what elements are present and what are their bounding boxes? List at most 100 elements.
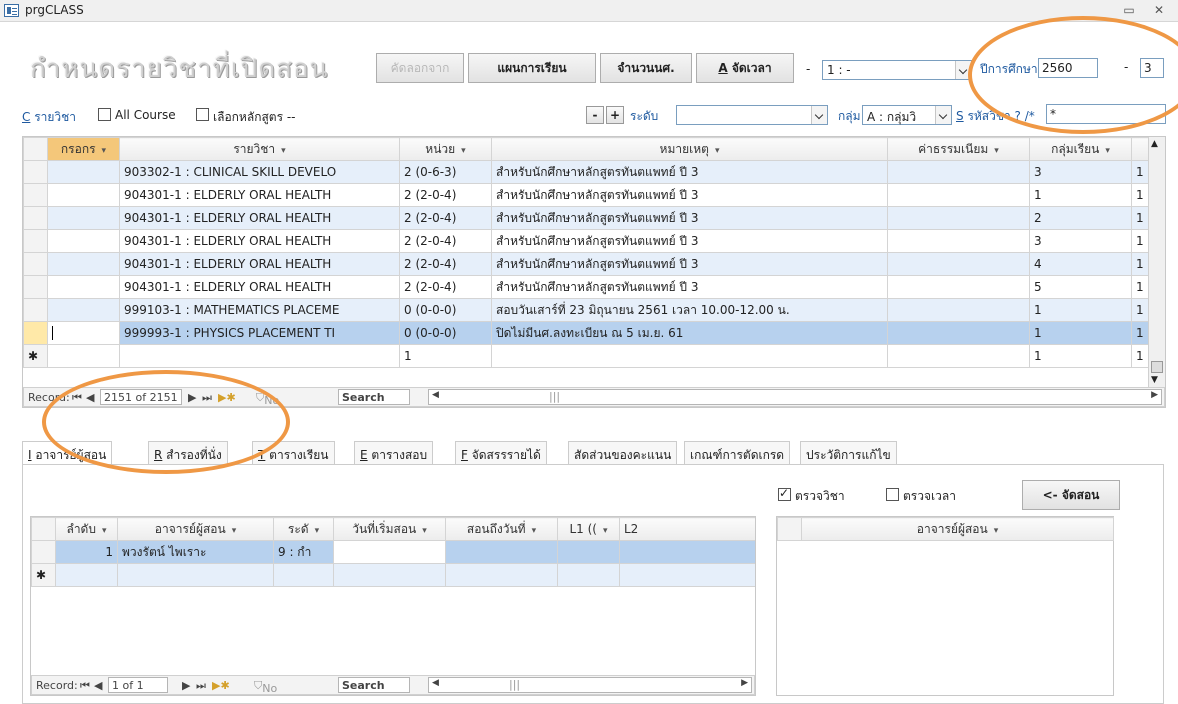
sort-arrow-icon[interactable]: ▾	[1105, 146, 1110, 156]
scroll-thumb[interactable]: |||	[509, 678, 520, 691]
cell-note[interactable]: สำหรับนักศึกษาหลักสูตรทันตแพทย์ ปี 3	[491, 275, 888, 299]
row-selector[interactable]	[23, 160, 48, 184]
cell-course[interactable]: 904301-1 : ELDERLY ORAL HEALTH	[119, 206, 400, 230]
cell-unit[interactable]: 0 (0-0-0)	[399, 298, 492, 322]
scroll-thumb[interactable]: |||	[549, 390, 560, 403]
last-record-icon[interactable]: ⏭	[202, 391, 212, 405]
cell-fee[interactable]	[887, 183, 1030, 207]
record-position-input[interactable]: 1 of 1	[108, 677, 168, 693]
plus-button[interactable]: +	[606, 106, 624, 124]
cell-course[interactable]: 999993-1 : PHYSICS PLACEMENT TI	[119, 321, 400, 345]
table-row[interactable]: 999103-1 : MATHEMATICS PLACEME 0 (0-0-0)…	[23, 298, 1151, 322]
sort-arrow-icon[interactable]: ▾	[281, 146, 286, 156]
cell-fee[interactable]	[887, 160, 1030, 184]
sort-arrow-icon[interactable]: ▾	[102, 526, 107, 536]
tab-seat-reservation[interactable]: R สำรองที่นั่ง	[148, 441, 228, 465]
header-selector[interactable]	[777, 517, 802, 541]
cell-group[interactable]: 2	[1029, 206, 1132, 230]
cell-end-date[interactable]	[445, 563, 558, 587]
col-header-unit[interactable]: หน่วย ▾	[399, 137, 492, 161]
assign-teacher-button[interactable]: <- จัดสอน	[1022, 480, 1120, 510]
cell-enter[interactable]	[47, 160, 120, 184]
cell-course[interactable]: 904301-1 : ELDERLY ORAL HEALTH	[119, 275, 400, 299]
scroll-right-icon[interactable]: ▶	[1151, 390, 1158, 400]
cell-level[interactable]: 9 : กำ	[273, 540, 334, 564]
header-selector[interactable]	[23, 137, 48, 161]
tab-score-ratio[interactable]: สัดส่วนของคะแนน	[568, 441, 678, 465]
cell-fee[interactable]	[887, 298, 1030, 322]
table-row[interactable]: 904301-1 : ELDERLY ORAL HEALTH 2 (2-0-4)…	[23, 206, 1151, 230]
cell-start-date[interactable]	[333, 563, 446, 587]
cell-no[interactable]	[55, 563, 118, 587]
row-selector[interactable]	[23, 252, 48, 276]
col-header-l2[interactable]: L2	[619, 517, 755, 541]
row-selector[interactable]	[23, 183, 48, 207]
table-row[interactable]: 904301-1 : ELDERLY ORAL HEALTH 2 (2-0-4)…	[23, 183, 1151, 207]
col-header-group[interactable]: กลุ่มเรียน ▾	[1029, 137, 1132, 161]
horizontal-scrollbar[interactable]: ◀ ||| ▶	[428, 677, 752, 693]
cell-teacher[interactable]: พวงรัตน์ ไพเราะ	[117, 540, 274, 564]
sort-arrow-icon[interactable]: ▾	[532, 526, 537, 536]
close-button[interactable]: ✕	[1148, 2, 1170, 19]
cell-course[interactable]: 904301-1 : ELDERLY ORAL HEALTH	[119, 229, 400, 253]
cell-no[interactable]: 1	[55, 540, 118, 564]
cell-fee[interactable]	[887, 344, 1030, 368]
last-record-icon[interactable]: ⏭	[196, 679, 206, 693]
check-time-checkbox[interactable]	[886, 488, 899, 501]
cell-enter[interactable]	[47, 206, 120, 230]
student-count-button[interactable]: จำนวนนศ.	[600, 53, 692, 83]
row-selector[interactable]	[23, 229, 48, 253]
col-header-teacher[interactable]: อาจารย์ผู้สอน ▾	[117, 517, 274, 541]
schedule-button[interactable]: A จัดเวลา	[696, 53, 794, 83]
cell-unit[interactable]: 2 (2-0-4)	[399, 229, 492, 253]
all-course-checkbox[interactable]	[98, 108, 111, 121]
cell-group[interactable]: 1	[1029, 321, 1132, 345]
table-row-selected[interactable]: 999993-1 : PHYSICS PLACEMENT TI 0 (0-0-0…	[23, 321, 1151, 345]
scroll-left-icon[interactable]: ◀	[432, 678, 439, 688]
cell-course[interactable]: 904301-1 : ELDERLY ORAL HEALTH	[119, 252, 400, 276]
course-code-input[interactable]: *	[1046, 104, 1166, 124]
study-plan-button[interactable]: แผนการเรียน	[468, 53, 596, 83]
cell-level[interactable]	[273, 563, 334, 587]
cell-fee[interactable]	[887, 321, 1030, 345]
tab-income-allocation[interactable]: F จัดสรรรายได้	[455, 441, 547, 465]
cell-group[interactable]: 1	[1029, 344, 1132, 368]
select-curriculum-checkbox[interactable]	[196, 108, 209, 121]
col-header-end-date[interactable]: สอนถึงวันที่ ▾	[445, 517, 558, 541]
cell-fee[interactable]	[887, 229, 1030, 253]
table-row[interactable]: 904301-1 : ELDERLY ORAL HEALTH 2 (2-0-4)…	[23, 229, 1151, 253]
row-selector[interactable]	[23, 275, 48, 299]
new-record-icon[interactable]: ▶✱	[218, 391, 236, 404]
prev-record-icon[interactable]: ◀	[94, 679, 102, 692]
table-row[interactable]: 904301-1 : ELDERLY ORAL HEALTH 2 (2-0-4)…	[23, 275, 1151, 299]
chevron-down-icon[interactable]	[955, 61, 971, 79]
cell-start-date[interactable]	[333, 540, 446, 564]
cell-l2[interactable]	[619, 563, 755, 587]
sort-arrow-icon[interactable]: ▾	[422, 526, 427, 536]
horizontal-scrollbar[interactable]: ◀ ||| ▶	[428, 389, 1162, 405]
row-selector[interactable]	[23, 298, 48, 322]
next-record-icon[interactable]: ▶	[182, 679, 190, 692]
table-row[interactable]: 903302-1 : CLINICAL SKILL DEVELO 2 (0-6-…	[23, 160, 1151, 184]
course-link[interactable]: C รายวิชา	[22, 108, 76, 127]
cell-fee[interactable]	[887, 275, 1030, 299]
tab-class-schedule[interactable]: T ตารางเรียน	[252, 441, 335, 465]
chevron-down-icon[interactable]	[935, 106, 951, 124]
cell-unit[interactable]: 2 (0-6-3)	[399, 160, 492, 184]
cell-group[interactable]: 1	[1029, 183, 1132, 207]
vertical-scrollbar[interactable]: ▲ ▼	[1148, 137, 1165, 387]
cell-fee[interactable]	[887, 206, 1030, 230]
cell-note[interactable]	[491, 344, 888, 368]
semester-combo[interactable]: 1 : -	[822, 60, 972, 80]
cell-group[interactable]: 3	[1029, 160, 1132, 184]
tab-edit-history[interactable]: ประวัติการแก้ไข	[800, 441, 897, 465]
cell-enter[interactable]	[47, 321, 120, 345]
col-header-course[interactable]: รายวิชา ▾	[119, 137, 400, 161]
copy-from-button[interactable]: คัดลอกจาก	[376, 53, 464, 83]
cell-note[interactable]: สำหรับนักศึกษาหลักสูตรทันตแพทย์ ปี 3	[491, 183, 888, 207]
sort-arrow-icon[interactable]: ▾	[994, 146, 999, 156]
header-selector[interactable]	[31, 517, 56, 541]
chevron-down-icon[interactable]	[811, 106, 827, 124]
new-row[interactable]: ✱ 1 1 1	[23, 344, 1151, 368]
minimize-button[interactable]: ▭	[1118, 2, 1140, 19]
